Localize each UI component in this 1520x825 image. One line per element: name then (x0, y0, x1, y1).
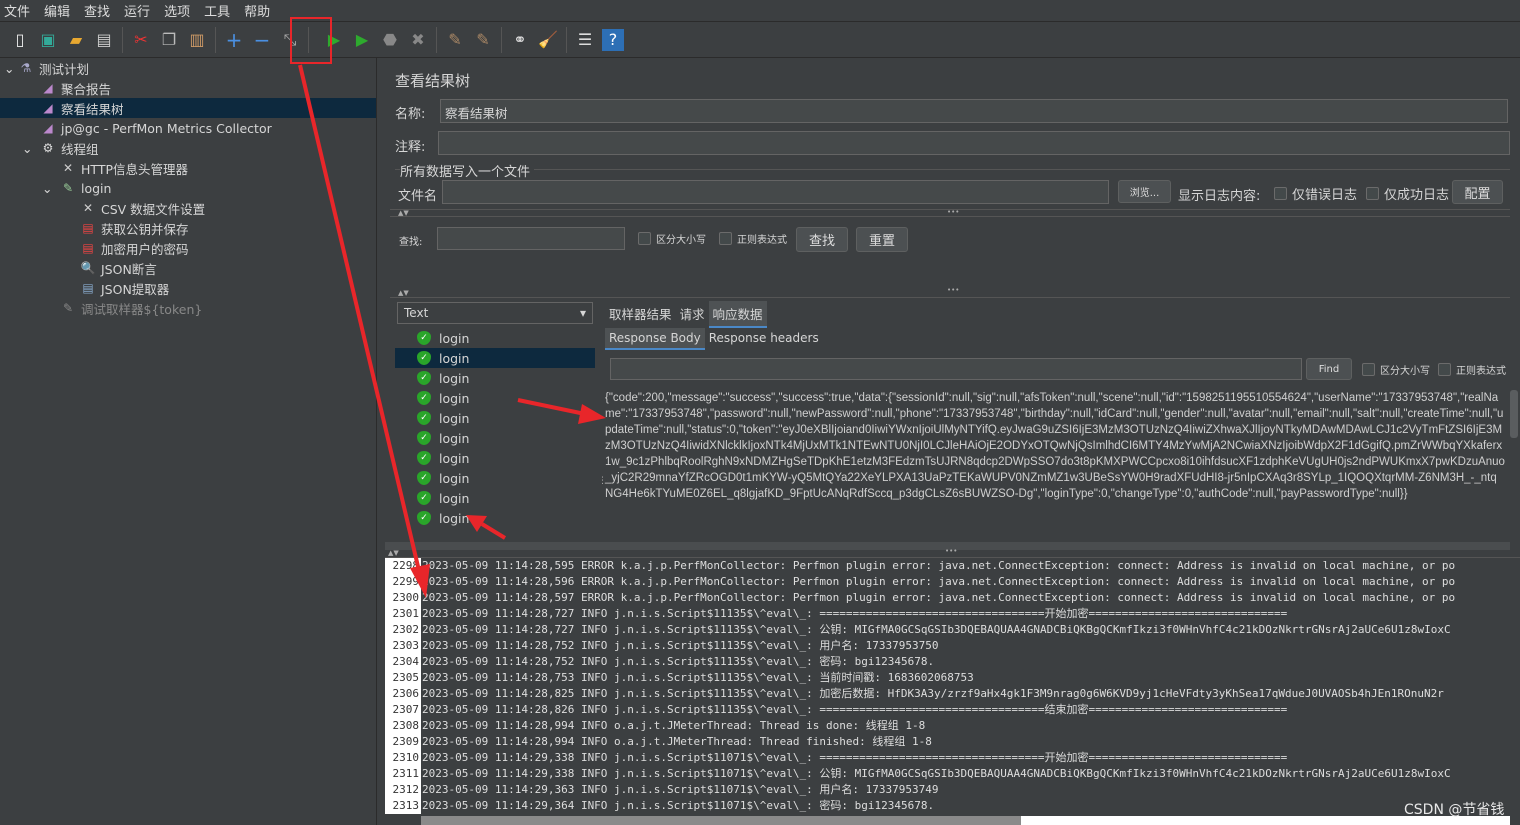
arrow-head (578, 404, 606, 424)
annotation-arrows (298, 64, 606, 598)
arrow-to-result (480, 522, 507, 540)
highlight-box (290, 17, 332, 64)
annotation-overlay (290, 17, 606, 598)
arrow-to-response (517, 398, 586, 416)
arrow-head (410, 564, 430, 598)
arrow-to-log (298, 64, 422, 576)
